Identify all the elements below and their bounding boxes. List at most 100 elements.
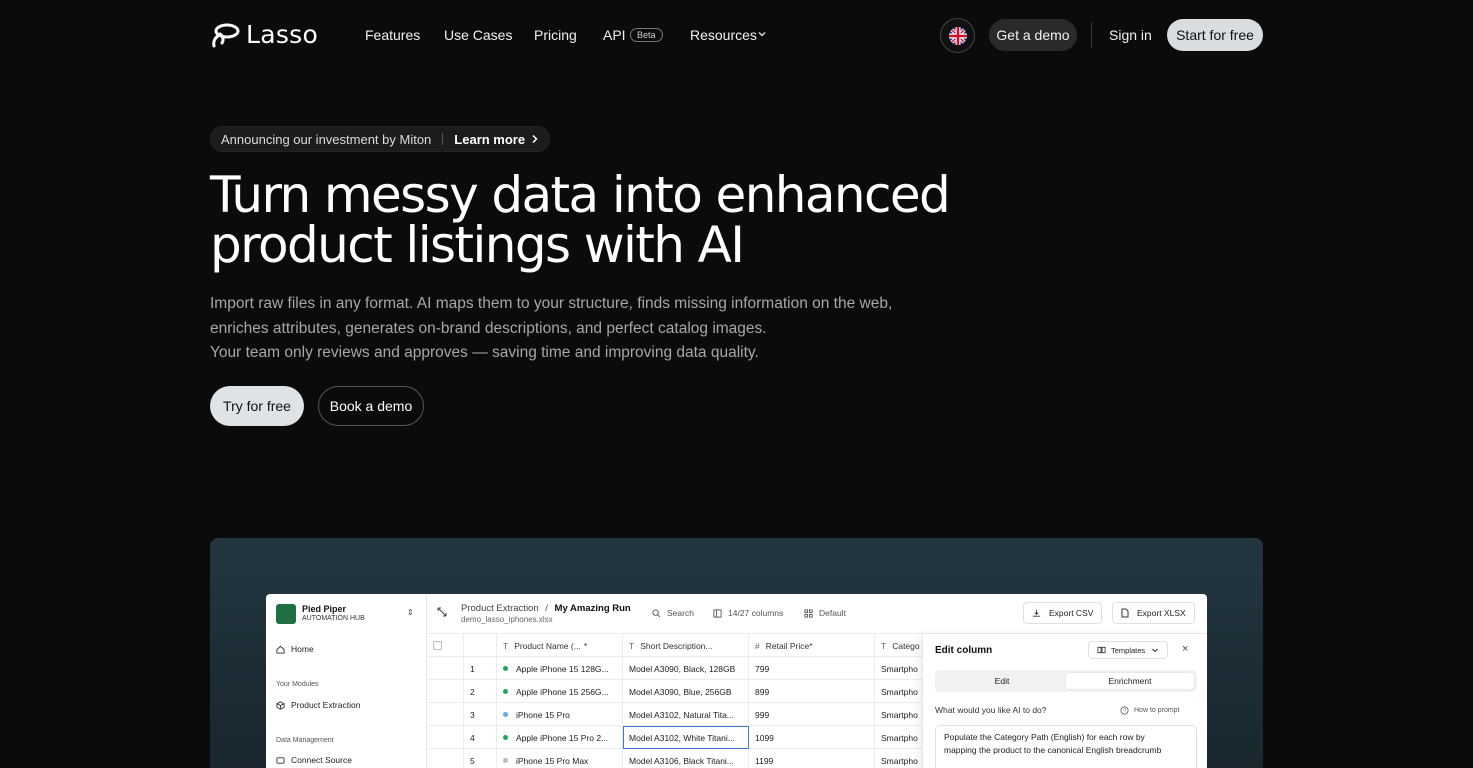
cell-text: Model A3090, Black, 128GB	[629, 663, 736, 674]
cell-category[interactable]: Smartpho	[875, 680, 927, 703]
status-dot	[503, 689, 508, 694]
start-free-button[interactable]: Start for free	[1167, 19, 1263, 51]
cell-product-name[interactable]: iPhone 15 Pro Max	[497, 749, 623, 768]
prompt-question: What would you like AI to do?	[935, 705, 1047, 715]
row-number[interactable]: 4	[464, 726, 497, 749]
row-number[interactable]: 1	[464, 657, 497, 680]
uk-flag-icon	[948, 26, 967, 45]
learn-more-link[interactable]: Learn more	[454, 132, 525, 147]
book-icon	[1097, 646, 1106, 654]
cell-text: Model A3090, Blue, 256GB	[629, 686, 732, 697]
cell-category[interactable]: Smartpho	[875, 749, 927, 768]
cell-text: 1	[470, 663, 475, 674]
expand-icon[interactable]	[437, 607, 447, 617]
cell-text: 799	[755, 663, 770, 674]
cell-category[interactable]: Smartpho	[875, 657, 927, 680]
box-icon	[276, 700, 285, 710]
sign-in-link[interactable]: Sign in	[1109, 27, 1152, 43]
subtitle-line-1: Import raw files in any format. AI maps …	[210, 295, 893, 312]
cell-text: Model A3102, Natural Tita...	[629, 709, 734, 720]
prompt-textarea[interactable]: Populate the Category Path (English) for…	[935, 725, 1197, 768]
cell-category[interactable]: Smartpho	[875, 703, 927, 726]
row-number[interactable]: 2	[464, 680, 497, 703]
breadcrumb-separator: /	[545, 603, 548, 614]
row-number[interactable]: 5	[464, 749, 497, 768]
status-dot	[503, 666, 508, 671]
export-xlsx-button[interactable]: Export XLSX	[1112, 602, 1195, 624]
cell-retail-price[interactable]: 999	[749, 703, 875, 726]
row-number[interactable]: 3	[464, 703, 497, 726]
workspace-subtitle: AUTOMATION HUB	[302, 615, 365, 622]
search-label: Search	[667, 608, 694, 618]
nav-use-cases[interactable]: Use Cases	[444, 27, 512, 43]
cell-short-description[interactable]: Model A3102, Natural Tita...	[623, 703, 749, 726]
sidebar-item-product-extraction[interactable]: Product Extraction	[276, 700, 360, 710]
tab-edit[interactable]: Edit	[938, 673, 1066, 689]
templates-dropdown[interactable]: Templates	[1088, 641, 1169, 659]
row-checkbox-cell[interactable]	[427, 703, 464, 726]
how-to-prompt-link[interactable]: ? How to prompt	[1120, 706, 1180, 715]
sidebar-item-home[interactable]: Home	[276, 644, 314, 654]
cell-short-description[interactable]: Model A3090, Blue, 256GB	[623, 680, 749, 703]
cell-short-description[interactable]: Model A3102, White Titani...	[623, 726, 749, 749]
cell-text: Smartpho	[881, 732, 918, 743]
cell-product-name[interactable]: Apple iPhone 15 Pro 2...	[497, 726, 623, 749]
announcement-divider	[442, 133, 444, 145]
table-row[interactable]: 1 Apple iPhone 15 128G... Model A3090, Bla…	[427, 657, 927, 680]
cell-product-name[interactable]: Apple iPhone 15 256G...	[497, 680, 623, 703]
tab-enrichment[interactable]: Enrichment	[1066, 673, 1194, 689]
sidebar-item-connect-source[interactable]: Connect Source	[276, 755, 352, 765]
nav-resources[interactable]: Resources	[690, 27, 757, 43]
column-header-retail-price[interactable]: # Retail Price *	[749, 634, 875, 657]
lasso-logo[interactable]: Lasso	[210, 20, 318, 49]
lasso-logo-icon	[212, 23, 240, 47]
nav-features[interactable]: Features	[365, 27, 420, 43]
row-checkbox-cell[interactable]	[427, 680, 464, 703]
chevron-down-icon[interactable]	[757, 29, 767, 39]
close-icon[interactable]: ×	[1182, 643, 1188, 655]
cell-retail-price[interactable]: 899	[749, 680, 875, 703]
sidebar-section-data: Data Management	[276, 737, 334, 744]
table-row[interactable]: 5 iPhone 15 Pro Max Model A3106, Black Tit…	[427, 749, 927, 768]
status-dot	[503, 712, 508, 717]
try-free-button[interactable]: Try for free	[210, 386, 304, 426]
cell-short-description[interactable]: Model A3090, Black, 128GB	[623, 657, 749, 680]
table-row[interactable]: 3 iPhone 15 Pro Model A3102, Natural Tita.…	[427, 703, 927, 726]
search-button[interactable]: Search	[652, 608, 694, 618]
column-header-product-name[interactable]: T Product Name (... *	[497, 634, 623, 657]
column-header-category[interactable]: T Catego	[875, 634, 927, 657]
row-checkbox-cell[interactable]	[427, 726, 464, 749]
help-icon: ?	[1120, 706, 1129, 715]
announcement-text: Announcing our investment by Miton	[221, 131, 432, 147]
table-row[interactable]: 2 Apple iPhone 15 256G... Model A3090, Blu…	[427, 680, 927, 703]
grid-icon	[804, 608, 813, 618]
cell-category[interactable]: Smartpho	[875, 726, 927, 749]
column-header-short-description[interactable]: T Short Description...	[623, 634, 749, 657]
row-checkbox-cell[interactable]	[427, 749, 464, 768]
hero-headline: Turn messy data into enhanced product li…	[210, 170, 1010, 270]
book-demo-button[interactable]: Book a demo	[318, 386, 424, 426]
edit-column-panel: Edit column Templates × Edit Enrichment …	[922, 634, 1207, 768]
breadcrumb-parent[interactable]: Product Extraction	[461, 603, 539, 614]
select-all-checkbox[interactable]	[427, 634, 464, 657]
cell-short-description[interactable]: Model A3106, Black Titani...	[623, 749, 749, 768]
columns-button[interactable]: 14/27 columns	[713, 608, 783, 618]
cell-retail-price[interactable]: 1199	[749, 749, 875, 768]
export-csv-button[interactable]: Export CSV	[1023, 602, 1103, 624]
cell-retail-price[interactable]: 1099	[749, 726, 875, 749]
nav-api[interactable]: API	[603, 27, 626, 43]
view-button[interactable]: Default	[804, 608, 846, 618]
nav-pricing[interactable]: Pricing	[534, 27, 577, 43]
cell-product-name[interactable]: Apple iPhone 15 128G...	[497, 657, 623, 680]
checkbox-icon	[433, 641, 442, 650]
get-demo-button[interactable]: Get a demo	[989, 19, 1077, 51]
row-checkbox-cell[interactable]	[427, 657, 464, 680]
language-selector[interactable]	[940, 18, 975, 53]
cell-text: Model A3106, Black Titani...	[629, 755, 734, 766]
workspace-switch-icon[interactable]: ⇕	[407, 608, 414, 617]
cell-retail-price[interactable]: 799	[749, 657, 875, 680]
table-row[interactable]: 4 Apple iPhone 15 Pro 2... Model A3102, Wh…	[427, 726, 927, 749]
nav-divider	[1091, 22, 1092, 48]
announcement-pill[interactable]: Announcing our investment by Miton Learn…	[210, 126, 551, 152]
cell-product-name[interactable]: iPhone 15 Pro	[497, 703, 623, 726]
